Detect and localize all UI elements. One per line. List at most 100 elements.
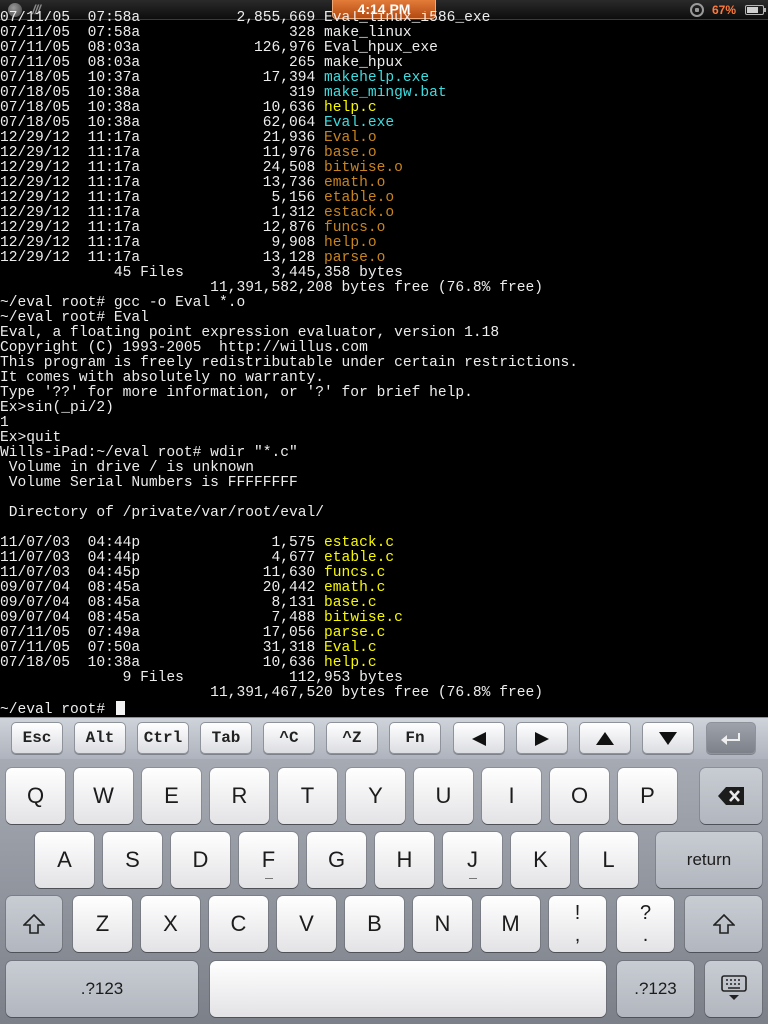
key-l[interactable]: L: [579, 832, 638, 888]
file-name: estack.o: [324, 205, 395, 221]
terminal-line-text: ~/eval root# gcc -o Eval *.o: [0, 295, 246, 311]
terminal-line: ~/eval root# Eval: [0, 311, 768, 326]
terminal-line-text: 11/07/03 04:45p 11,630: [0, 565, 325, 581]
file-name: help.o: [324, 235, 377, 251]
key-o[interactable]: O: [550, 768, 609, 824]
terminal-line: Eval, a floating point expression evalua…: [0, 326, 768, 341]
terminal-line-text: 12/29/12 11:17a 21,936: [0, 130, 325, 146]
file-name: base.c: [324, 595, 377, 611]
numbers-key-right[interactable]: .?123: [617, 961, 694, 1017]
arrow-right-key[interactable]: [516, 722, 568, 754]
terminal-line: 11,391,582,208 bytes free (76.8% free): [0, 281, 768, 296]
return-key[interactable]: return: [656, 832, 762, 888]
terminal-line: 09/07/04 08:45a 7,488 bitwise.c: [0, 611, 768, 626]
file-name: parse.c: [324, 625, 386, 641]
enter-key[interactable]: [706, 722, 756, 754]
on-screen-keyboard: Q W E R T Y U I O P A S D F G H J K Lreturn Z X C V B N M!,?. .?12…: [0, 759, 768, 1024]
key-b[interactable]: B: [345, 896, 404, 952]
key-z[interactable]: Z: [73, 896, 132, 952]
key-h[interactable]: H: [375, 832, 434, 888]
terminal-line-text: 12/29/12 11:17a 5,156: [0, 190, 325, 206]
terminal-line: 07/18/05 10:37a 17,394 makehelp.exe: [0, 71, 768, 86]
esc-key[interactable]: Esc: [11, 722, 63, 754]
key-exclamation-comma[interactable]: !,: [549, 896, 606, 952]
key-f[interactable]: F: [239, 832, 298, 888]
terminal-line-text: Ex>quit: [0, 430, 62, 446]
terminal-line: Ex>sin(_pi/2): [0, 401, 768, 416]
key-n[interactable]: N: [413, 896, 472, 952]
key-d[interactable]: D: [171, 832, 230, 888]
tab-key[interactable]: Tab: [200, 722, 252, 754]
terminal-line-text: 07/18/05 10:38a 62,064: [0, 115, 325, 131]
file-name: etable.c: [324, 550, 395, 566]
numbers-key-left[interactable]: .?123: [6, 961, 198, 1017]
arrow-up-key[interactable]: [579, 722, 631, 754]
key-r[interactable]: R: [210, 768, 269, 824]
terminal-line: 12/29/12 11:17a 11,976 base.o: [0, 146, 768, 161]
keyboard-dismiss-icon: [705, 974, 762, 1002]
file-name: emath.c: [324, 580, 386, 596]
key-k[interactable]: K: [511, 832, 570, 888]
terminal-line: 12/29/12 11:17a 5,156 etable.o: [0, 191, 768, 206]
terminal-line: 1: [0, 416, 768, 431]
ctrl-key[interactable]: Ctrl: [137, 722, 189, 754]
key-a[interactable]: A: [35, 832, 94, 888]
terminal-line-text: 12/29/12 11:17a 12,876: [0, 220, 325, 236]
key-j[interactable]: J: [443, 832, 502, 888]
extra-keys-bar: Esc Alt Ctrl Tab ^C ^Z Fn: [0, 717, 768, 759]
key-w[interactable]: W: [74, 768, 133, 824]
terminal-line-text: 9 Files 112,953 bytes: [0, 670, 403, 686]
shift-icon: [685, 914, 762, 934]
terminal-line: 9 Files 112,953 bytes: [0, 671, 768, 686]
key-y[interactable]: Y: [346, 768, 405, 824]
key-label-top: !: [574, 902, 581, 924]
shift-left-key[interactable]: [6, 896, 62, 952]
key-m[interactable]: M: [481, 896, 540, 952]
terminal-cursor: [115, 701, 125, 715]
keyboard-dismiss-key[interactable]: [705, 961, 762, 1017]
key-q[interactable]: Q: [6, 768, 65, 824]
terminal-line: 07/11/05 08:03a 126,976 Eval_hpux_exe: [0, 41, 768, 56]
key-s[interactable]: S: [103, 832, 162, 888]
key-question-period[interactable]: ?.: [617, 896, 674, 952]
key-p[interactable]: P: [618, 768, 677, 824]
terminal-output[interactable]: 07/11/05 07:58a 2,855,669 Eval_linux_i58…: [0, 11, 768, 717]
terminal-line-text: 07/11/05 07:58a 328: [0, 25, 325, 41]
terminal-line-text: Volume Serial Numbers is FFFFFFFF: [0, 475, 298, 491]
terminal-line: 12/29/12 11:17a 9,908 help.o: [0, 236, 768, 251]
fn-key[interactable]: Fn: [389, 722, 441, 754]
terminal-line: 07/11/05 08:03a 265 make_hpux: [0, 56, 768, 71]
space-key[interactable]: [210, 961, 606, 1017]
ctrl-z-key[interactable]: ^Z: [326, 722, 378, 754]
home-row-marker: [264, 878, 273, 879]
ctrl-c-key[interactable]: ^C: [263, 722, 315, 754]
terminal-line: 12/29/12 11:17a 12,876 funcs.o: [0, 221, 768, 236]
key-u[interactable]: U: [414, 768, 473, 824]
key-t[interactable]: T: [278, 768, 337, 824]
file-name: bitwise.c: [324, 610, 403, 626]
key-x[interactable]: X: [141, 896, 200, 952]
key-label-top: ?: [639, 902, 652, 924]
key-v[interactable]: V: [277, 896, 336, 952]
arrow-down-key[interactable]: [642, 722, 694, 754]
backspace-key[interactable]: [700, 768, 762, 824]
arrow-left-key[interactable]: [453, 722, 505, 754]
terminal-line: 12/29/12 11:17a 24,508 bitwise.o: [0, 161, 768, 176]
terminal-line-text: 12/29/12 11:17a 24,508: [0, 160, 325, 176]
alt-key[interactable]: Alt: [74, 722, 126, 754]
terminal-line-text: Volume in drive / is unknown: [0, 460, 254, 476]
key-i[interactable]: I: [482, 768, 541, 824]
terminal-prompt-line[interactable]: ~/eval root#: [0, 701, 125, 718]
key-c[interactable]: C: [209, 896, 268, 952]
home-row-marker: [468, 878, 477, 879]
key-g[interactable]: G: [307, 832, 366, 888]
key-label-bottom: ,: [574, 924, 581, 946]
shift-right-key[interactable]: [685, 896, 762, 952]
terminal-line: 11/07/03 04:45p 11,630 funcs.c: [0, 566, 768, 581]
file-name: makehelp.exe: [324, 70, 430, 86]
terminal-line-text: 07/11/05 08:03a 265: [0, 55, 325, 71]
file-name: Eval_hpux_exe: [324, 40, 438, 56]
key-e[interactable]: E: [142, 768, 201, 824]
terminal-line-text: 11,391,582,208 bytes free (76.8% free): [0, 280, 543, 296]
